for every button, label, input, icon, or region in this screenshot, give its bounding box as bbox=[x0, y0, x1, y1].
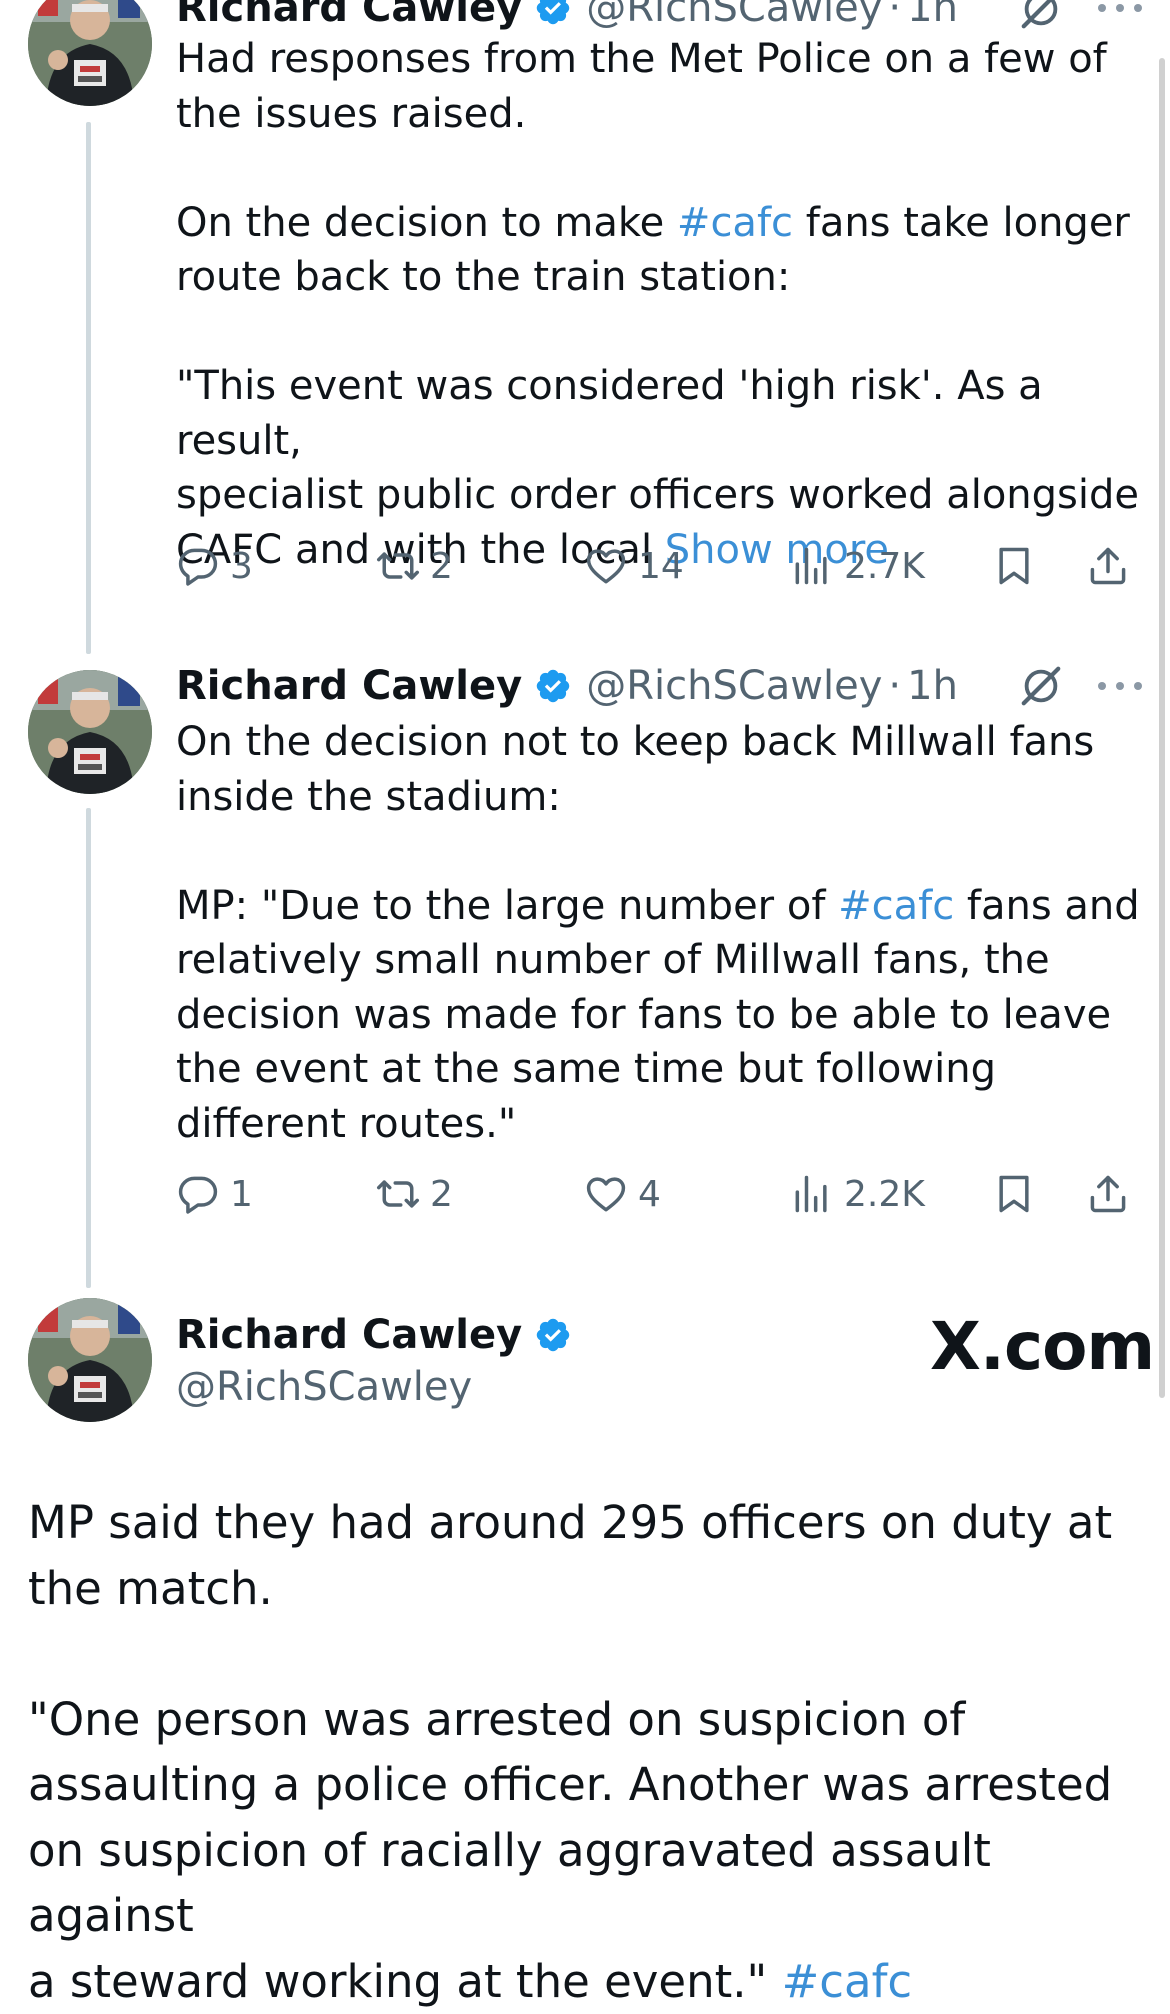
tweet-text: On the decision not to keep back Millwal… bbox=[176, 715, 1156, 1151]
grok-icon[interactable] bbox=[1018, 663, 1064, 709]
reply-count: 3 bbox=[230, 545, 253, 587]
action-bar: 3 2 14 2.7K bbox=[176, 536, 1146, 596]
verified-badge-icon bbox=[534, 1316, 572, 1354]
reply-button[interactable]: 3 bbox=[176, 536, 253, 596]
repost-count: 2 bbox=[430, 545, 453, 587]
like-count: 14 bbox=[638, 545, 684, 587]
reply-button[interactable]: 1 bbox=[176, 1164, 253, 1224]
like-icon bbox=[584, 1172, 628, 1216]
hashtag-link[interactable]: #cafc bbox=[677, 200, 793, 246]
tweet-header: Richard Cawley @RichSCawley · 1h bbox=[176, 656, 958, 716]
repost-button[interactable]: 2 bbox=[376, 536, 453, 596]
like-button[interactable]: 14 bbox=[584, 536, 684, 596]
author-handle[interactable]: @RichSCawley bbox=[586, 663, 882, 709]
repost-button[interactable]: 2 bbox=[376, 1164, 453, 1224]
thread-line bbox=[86, 808, 91, 1288]
separator: · bbox=[888, 0, 902, 31]
bookmark-icon bbox=[992, 544, 1036, 588]
reply-icon bbox=[176, 1172, 220, 1216]
repost-icon bbox=[376, 544, 420, 588]
thread-line bbox=[86, 122, 91, 654]
timestamp[interactable]: 1h bbox=[907, 0, 958, 31]
tweet-header: Richard Cawley bbox=[176, 1305, 572, 1365]
author-name[interactable]: Richard Cawley bbox=[176, 663, 522, 709]
grok-icon[interactable] bbox=[1018, 0, 1064, 32]
timestamp[interactable]: 1h bbox=[907, 663, 958, 709]
share-button[interactable] bbox=[1086, 1164, 1130, 1224]
handle-row: @RichSCawley bbox=[176, 1357, 472, 1417]
author-name[interactable]: Richard Cawley bbox=[176, 1312, 522, 1358]
verified-badge-icon bbox=[534, 0, 572, 27]
action-bar: 1 2 4 2.2K bbox=[176, 1164, 1146, 1224]
scrollbar[interactable] bbox=[1159, 58, 1165, 1398]
avatar[interactable] bbox=[28, 0, 152, 106]
text-segment: fans take longer route back to the train… bbox=[176, 199, 1139, 573]
repost-icon bbox=[376, 1172, 420, 1216]
like-icon bbox=[584, 544, 628, 588]
share-button[interactable] bbox=[1086, 536, 1130, 596]
bookmark-button[interactable] bbox=[992, 1164, 1036, 1224]
author-name[interactable]: Richard Cawley bbox=[176, 0, 522, 31]
share-icon bbox=[1086, 544, 1130, 588]
tweet-text: Had responses from the Met Police on a f… bbox=[176, 32, 1156, 577]
reply-count: 1 bbox=[230, 1173, 253, 1215]
views-count: 2.7K bbox=[844, 545, 925, 587]
share-icon bbox=[1086, 1172, 1130, 1216]
hashtag-link[interactable]: #cafc bbox=[838, 883, 954, 929]
views-count: 2.2K bbox=[844, 1173, 925, 1215]
bookmark-icon bbox=[992, 1172, 1036, 1216]
author-handle[interactable]: @RichSCawley bbox=[176, 1364, 472, 1410]
author-handle[interactable]: @RichSCawley bbox=[586, 0, 882, 31]
site-label: X.com bbox=[930, 1308, 1155, 1385]
avatar[interactable] bbox=[28, 1298, 152, 1422]
reply-icon bbox=[176, 544, 220, 588]
avatar[interactable] bbox=[28, 670, 152, 794]
views-icon bbox=[790, 544, 834, 588]
more-icon[interactable] bbox=[1096, 680, 1144, 692]
views-button[interactable]: 2.2K bbox=[790, 1164, 925, 1224]
separator: · bbox=[888, 663, 902, 709]
repost-count: 2 bbox=[430, 1173, 453, 1215]
like-button[interactable]: 4 bbox=[584, 1164, 661, 1224]
tweet-text: MP said they had around 295 officers on … bbox=[28, 1490, 1148, 2014]
like-count: 4 bbox=[638, 1173, 661, 1215]
text-segment: MP said they had around 295 officers on … bbox=[28, 1496, 1113, 2008]
hashtag-link[interactable]: #cafc bbox=[782, 1955, 913, 2008]
verified-badge-icon bbox=[534, 667, 572, 705]
views-button[interactable]: 2.7K bbox=[790, 536, 925, 596]
views-icon bbox=[790, 1172, 834, 1216]
more-icon[interactable] bbox=[1096, 2, 1144, 14]
bookmark-button[interactable] bbox=[992, 536, 1036, 596]
